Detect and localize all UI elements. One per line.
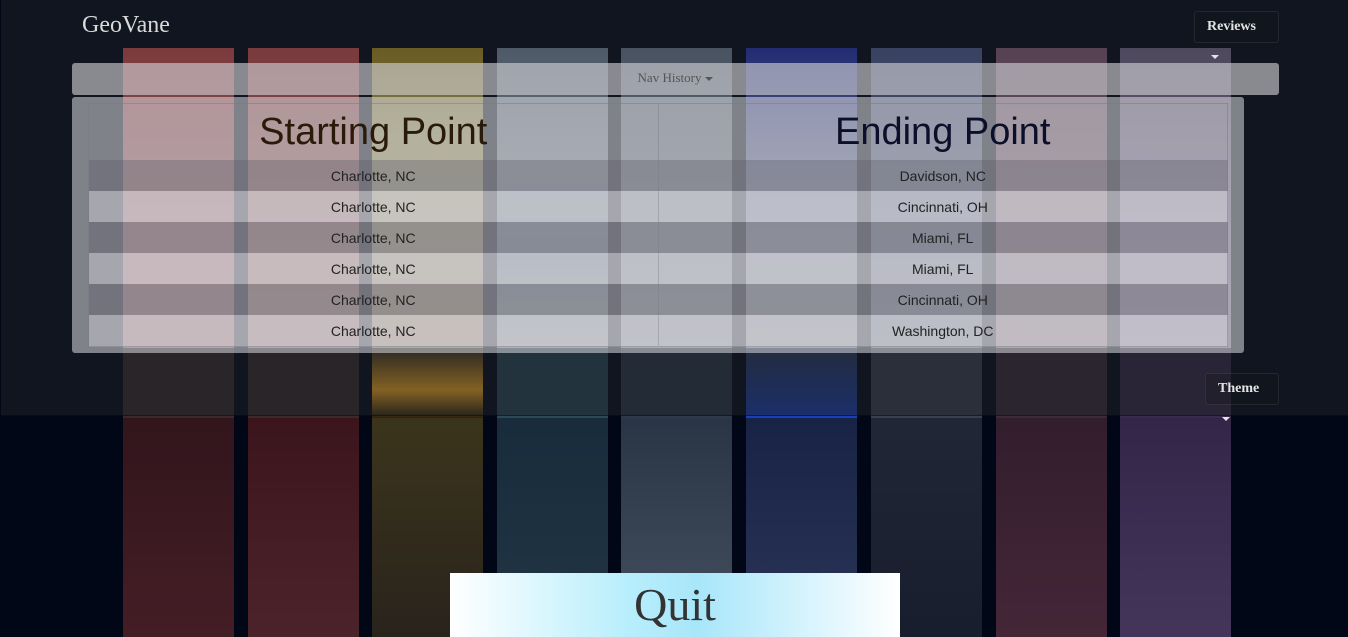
caret-down-icon [1211, 54, 1219, 59]
end-cell: Miami, FL [658, 253, 1228, 284]
quit-button[interactable]: Quit [450, 573, 900, 637]
reviews-label: Reviews [1207, 19, 1256, 34]
reviews-dropdown-button[interactable]: Reviews [1194, 11, 1279, 59]
ending-point-header: Ending Point [835, 110, 1051, 153]
end-cell: Washington, DC [658, 315, 1228, 347]
start-cell: Charlotte, NC [88, 160, 659, 191]
end-cell: Cincinnati, OH [658, 284, 1228, 315]
start-cell: Charlotte, NC [88, 284, 659, 315]
start-cell: Charlotte, NC [88, 253, 659, 284]
navbar: GeoVane Reviews Nav History Starting Poi… [1, 0, 1348, 421]
start-cell: Charlotte, NC [88, 222, 659, 253]
end-cell: Davidson, NC [658, 160, 1228, 191]
caret-down-icon [1222, 416, 1230, 421]
starting-point-header: Starting Point [88, 103, 659, 160]
table-row[interactable]: Charlotte, NC Miami, FL [88, 222, 1228, 253]
theme-label: Theme [1218, 381, 1260, 396]
brand-logo[interactable]: GeoVane [82, 12, 170, 39]
table-row[interactable]: Charlotte, NC Washington, DC [88, 315, 1228, 347]
end-cell: Miami, FL [658, 222, 1228, 253]
table-row[interactable]: Charlotte, NC Davidson, NC [88, 160, 1228, 191]
table-row[interactable]: Charlotte, NC Cincinnati, OH [88, 191, 1228, 222]
history-panel: Starting Point Ending Point Charlotte, N… [72, 97, 1244, 353]
caret-down-icon [705, 77, 714, 82]
nav-history-label: Nav History [637, 70, 702, 85]
theme-dropdown-button[interactable]: Theme [1205, 373, 1279, 421]
history-table: Starting Point Ending Point Charlotte, N… [88, 103, 1228, 347]
start-cell: Charlotte, NC [88, 315, 659, 347]
end-cell: Cincinnati, OH [658, 191, 1228, 222]
start-cell: Charlotte, NC [88, 191, 659, 222]
nav-history-dropdown[interactable]: Nav History [72, 63, 1279, 95]
table-row[interactable]: Charlotte, NC Cincinnati, OH [88, 284, 1228, 315]
table-row[interactable]: Charlotte, NC Miami, FL [88, 253, 1228, 284]
